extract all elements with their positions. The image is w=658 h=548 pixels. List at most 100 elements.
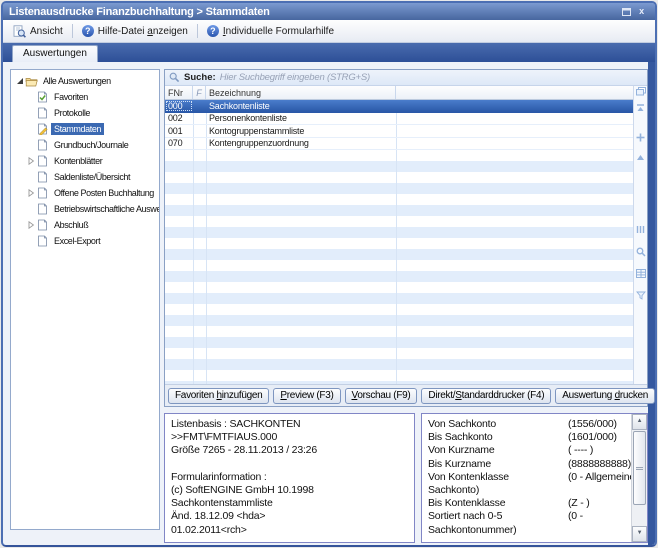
grid-icon[interactable] [635,268,646,279]
expander-expanded-icon[interactable] [14,77,25,85]
cell-rest [396,100,633,112]
filter-icon[interactable] [635,290,646,301]
column-header-fnr[interactable]: FNr [165,86,193,99]
toolbar-separator [72,24,73,38]
tree-item-grundbuch-journale[interactable]: Grundbuch/Journale [11,137,159,153]
cell-rest [396,125,633,137]
scrollbar-track[interactable] [632,506,647,526]
tree-item-kontenbl-tter[interactable]: Kontenblätter [11,153,159,169]
window-title: Listenausdrucke Finanzbuchhaltung > Stam… [9,6,619,18]
column-chooser-icon[interactable] [635,86,646,97]
filter-row: Sortiert nach 0-5(0 - [428,510,629,523]
label: Vorschau (F9) [352,390,411,401]
scroll-up-arrow[interactable]: ▲ [632,414,647,430]
label: Hilfe-Datei anzeigen [98,26,188,37]
thumb-grip [636,467,643,470]
tab-auswertungen[interactable]: Auswertungen [12,45,98,62]
tree-item-label: Excel-Export [51,235,103,247]
search-label: Suche: [184,72,216,83]
filter-row: Von Sachkonto(1556/000) [428,418,629,431]
table-row-001[interactable]: 001Kontogruppenstammliste [165,125,633,138]
info-line: Sachkontenstammliste [171,497,408,510]
filter-value: (Z - ) [568,497,629,510]
tree-item-alle-auswertungen[interactable]: Alle Auswertungen [11,73,159,89]
info-row: Listenbasis : SACHKONTEN>>FMT\FMTFIAUS.0… [164,413,648,543]
list-panel: Suche: Hier Suchbegriff eingeben (STRG+S… [164,69,648,407]
tree-item-protokolle[interactable]: Protokolle [11,105,159,121]
cell-fnr: 070 [165,138,193,150]
help-icon: ? [207,25,219,37]
expander-collapsed-icon[interactable] [25,157,36,165]
button-preview-f3[interactable]: Preview (F3) [273,388,340,404]
columns-icon[interactable] [635,224,646,235]
info-line: >>FMT\FMTFIAUS.000 [171,431,408,444]
column-header-bezeichnung[interactable]: Bezeichnung [206,86,396,99]
search-bar[interactable]: Suche: Hier Suchbegriff eingeben (STRG+S… [165,70,647,86]
expander-collapsed-icon[interactable] [25,189,36,197]
tree-item-betriebswirtschaftliche-auswertungen[interactable]: Betriebswirtschaftliche Auswertungen [11,201,159,217]
column-header-f[interactable]: F [193,86,206,99]
cell-fnr: 000 [165,100,193,112]
toolbar: Ansicht?Hilfe-Datei anzeigen?Individuell… [3,20,655,43]
button-vorschau-f9[interactable]: Vorschau (F9) [345,388,418,404]
tab-strip: Auswertungen [3,43,655,62]
search-icon [169,72,180,83]
filter-row: Bis Kurzname(8888888888) [428,458,629,471]
document-icon [36,219,49,231]
document-icon [36,235,49,247]
filter-value: (8888888888) [568,458,631,471]
expander-collapsed-icon[interactable] [25,221,36,229]
table-zone: FNrFBezeichnung 000Sachkontenliste002Per… [165,86,647,384]
table-row-002[interactable]: 002Personenkontenliste [165,113,633,126]
table-empty-area [165,150,633,384]
label: Ansicht [30,26,63,37]
tree-item-label: Alle Auswertungen [40,75,114,87]
info-line: (c) SoftENGINE GmbH 10.1998 [171,484,408,497]
auswertungen-tree: Alle Auswertungen FavoritenProtokolleStam… [10,69,160,530]
close-window-icon[interactable]: x [634,5,649,18]
document-icon [36,203,49,215]
table-row-070[interactable]: 070 Kontengruppenzuordnung [165,138,633,151]
tree-item-offene-posten-buchhaltung[interactable]: Offene Posten Buchhaltung [11,185,159,201]
cell-f [193,138,206,150]
document-icon [36,187,49,199]
tree-item-saldenliste-bersicht[interactable]: Saldenliste/Übersicht [11,169,159,185]
filter-row: Sachkontonummer) [428,524,629,537]
navigate-plus-icon[interactable] [635,132,646,143]
info-line [171,458,408,471]
filter-value: (1556/000) [568,418,629,431]
scroll-up-icon[interactable] [635,152,646,163]
button-auswertung-drucken[interactable]: Auswertung drucken [555,388,655,404]
cell-bez: Kontengruppenzuordnung [206,138,396,150]
tree-item-label: Abschluß [51,219,91,231]
scroll-down-arrow[interactable]: ▼ [632,526,647,542]
search-placeholder: Hier Suchbegriff eingeben (STRG+S) [220,72,370,83]
column-header-blank[interactable] [396,86,633,99]
button-favoriten-hinzufuegen[interactable]: Favoriten hinzufügen [168,388,269,404]
table-header: FNrFBezeichnung [165,86,633,100]
table-row-000[interactable]: 000Sachkontenliste [165,100,633,113]
tree-item-abschlu[interactable]: Abschluß [11,217,159,233]
tree-item-label: Saldenliste/Übersicht [51,171,133,183]
scrollbar-thumb[interactable] [633,431,646,505]
filter-label: Bis Kurzname [428,458,568,471]
title-bar: Listenausdrucke Finanzbuchhaltung > Stam… [3,3,655,20]
tree-item-excel-export[interactable]: Excel-Export [11,233,159,249]
restore-window-icon[interactable] [619,5,634,18]
folder-open-icon [25,76,38,87]
toolbar-button-hilfe-datei-anzeigen[interactable]: ?Hilfe-Datei anzeigen [75,23,195,39]
filter-scrollbar[interactable]: ▲ ▼ [631,414,647,542]
cell-f [193,113,206,125]
zoom-icon[interactable] [635,246,646,257]
document-edit-icon [36,123,49,135]
toolbar-button-ansicht[interactable]: Ansicht [6,23,70,40]
tree-item-favoriten[interactable]: Favoriten [11,89,159,105]
tree-item-label: Kontenblätter [51,155,105,167]
info-line: Größe 7265 - 28.11.2013 / 23:26 [171,444,408,457]
tree-item-stammdaten[interactable]: Stammdaten [11,121,159,137]
cell-bez: Personenkontenliste [206,113,396,125]
button-direkt-standarddrucker-f4[interactable]: Direkt/Standarddrucker (F4) [421,388,551,404]
filter-row: Sachkonto) [428,484,629,497]
toolbar-button-individuelle-formularhilfe[interactable]: ?Individuelle Formularhilfe [200,23,341,39]
scroll-to-top-icon[interactable] [635,103,646,114]
